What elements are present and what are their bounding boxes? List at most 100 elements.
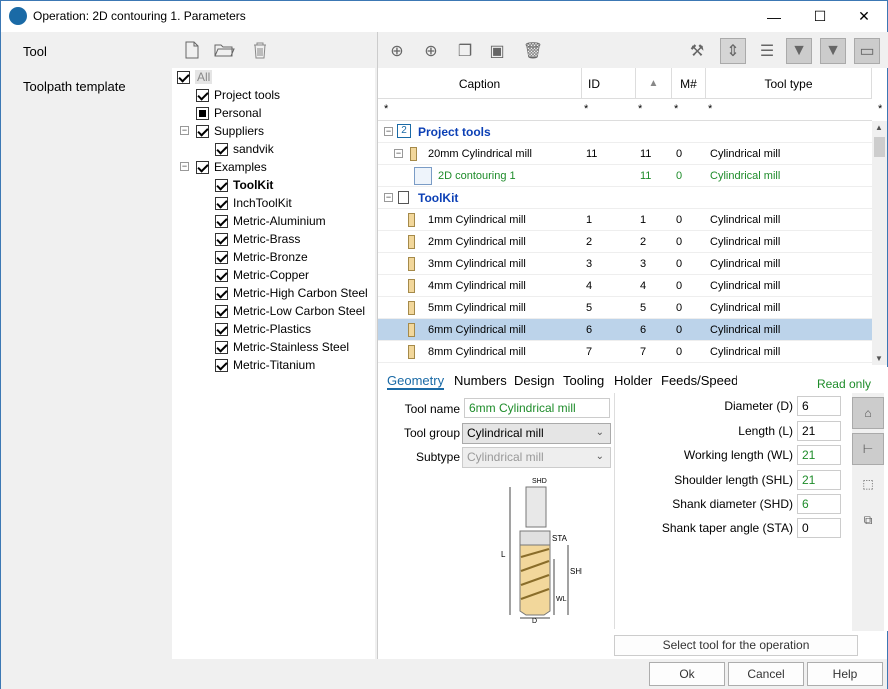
diameter-field[interactable]: 6 — [797, 396, 841, 416]
tab-holder[interactable]: Holder — [614, 373, 652, 388]
vertical-scrollbar[interactable]: ▲ ▼ — [872, 121, 887, 365]
tree-checkbox[interactable] — [177, 70, 190, 84]
table-row[interactable]: − 20mm Cylindrical mill 11 11 0 Cylindri… — [378, 143, 872, 165]
copy-icon[interactable]: ❐ — [452, 38, 478, 64]
tab-feeds-speeds[interactable]: Feeds/Speeds — [661, 373, 737, 388]
shank-diameter-field[interactable]: 6 — [797, 494, 841, 514]
add-tool-icon[interactable]: ⊕ — [384, 38, 410, 64]
scroll-up-icon[interactable]: ▲ — [875, 123, 883, 132]
tool-name-field[interactable]: 6mm Cylindrical mill — [464, 398, 610, 418]
fit-view-icon[interactable]: ⬚ — [852, 469, 884, 501]
tree-item[interactable]: Project tools — [196, 86, 280, 104]
filter-advanced-icon[interactable]: ▼ — [820, 38, 846, 64]
tree-checkbox[interactable] — [215, 358, 228, 372]
tree-item[interactable]: − Examples — [180, 158, 267, 176]
close-button[interactable]: ✕ — [841, 1, 887, 32]
group-row-project[interactable]: − 2 Project tools — [378, 121, 872, 143]
tree-item[interactable]: Metric-Copper — [215, 266, 309, 284]
filter-number[interactable]: * — [638, 103, 642, 115]
shoulder-length-field[interactable]: 21 — [797, 470, 841, 490]
toolbox-icon[interactable]: ▭ — [854, 38, 880, 64]
group-row-toolkit[interactable]: − ToolKit — [378, 187, 872, 209]
tree-item[interactable]: Metric-High Carbon Steel — [215, 284, 368, 302]
collapse-icon[interactable]: − — [180, 126, 189, 135]
cancel-button[interactable]: Cancel — [728, 662, 804, 686]
filter-icon[interactable]: ▼ — [786, 38, 812, 64]
tree-checkbox[interactable] — [196, 124, 209, 138]
tree-checkbox[interactable] — [196, 88, 209, 102]
tree-item[interactable]: Metric-Brass — [215, 230, 300, 248]
filter-type[interactable]: * — [708, 103, 712, 115]
shank-taper-field[interactable]: 0 — [797, 518, 841, 538]
tree-item[interactable]: sandvik — [215, 140, 274, 158]
table-row[interactable]: 8mm Cylindrical mill 7 7 0 Cylindrical mill — [378, 341, 872, 363]
tree-checkbox[interactable] — [215, 304, 228, 318]
tab-numbers[interactable]: Numbers — [454, 373, 507, 388]
tree-item[interactable]: InchToolKit — [215, 194, 292, 212]
delete-icon[interactable] — [252, 41, 268, 59]
length-field[interactable]: 21 — [797, 421, 841, 441]
dimension-view-icon[interactable]: ⊢ — [852, 433, 884, 465]
table-row[interactable]: 5mm Cylindrical mill 5 5 0 Cylindrical mill — [378, 297, 872, 319]
subtype-select[interactable]: Cylindrical mill ⌄ — [462, 447, 611, 468]
settings-list-icon[interactable]: ☰ — [754, 38, 780, 64]
tree-checkbox[interactable] — [215, 142, 228, 156]
tab-tooling[interactable]: Tooling — [563, 373, 604, 388]
tree-checkbox[interactable] — [215, 232, 228, 246]
nav-tool[interactable]: Tool — [23, 44, 47, 59]
tab-design[interactable]: Design — [514, 373, 554, 388]
tree-item[interactable]: All — [177, 68, 213, 86]
tree-item[interactable]: Metric-Stainless Steel — [215, 338, 349, 356]
tree-item[interactable]: Metric-Aluminium — [215, 212, 326, 230]
tree-checkbox[interactable] — [215, 322, 228, 336]
tree-item[interactable]: ToolKit — [215, 176, 273, 194]
collapse-icon[interactable]: − — [180, 162, 189, 171]
tree-checkbox[interactable] — [196, 160, 209, 174]
tree-item[interactable]: Personal — [196, 104, 261, 122]
tree-item[interactable]: Metric-Low Carbon Steel — [215, 302, 365, 320]
help-button[interactable]: Help — [807, 662, 883, 686]
nav-toolpath-template[interactable]: Toolpath template — [23, 79, 126, 94]
add-holder-icon[interactable]: ⊕ — [418, 38, 444, 64]
col-id[interactable]: ID — [582, 68, 636, 99]
col-tool-type[interactable]: Tool type — [706, 68, 872, 99]
paste-icon[interactable]: ▣ — [484, 38, 510, 64]
select-tool-button[interactable]: Select tool for the operation — [614, 635, 858, 656]
table-row[interactable]: 1mm Cylindrical mill 1 1 0 Cylindrical mill — [378, 209, 872, 231]
table-row[interactable]: 6mm Cylindrical mill 6 6 0 Cylindrical mill — [378, 319, 872, 341]
pick-tool-icon[interactable]: ⚒ — [684, 38, 710, 64]
col-number-sort[interactable]: ▲ — [636, 68, 672, 99]
collapse-icon[interactable]: − — [384, 127, 393, 136]
tree-checkbox[interactable] — [215, 196, 228, 210]
tool-group-select[interactable]: Cylindrical mill ⌄ — [462, 423, 611, 444]
filter-extra[interactable]: * — [878, 103, 882, 115]
3d-view-icon[interactable]: ⧉ — [852, 505, 884, 537]
tree-checkbox[interactable] — [215, 178, 228, 192]
tree-checkbox[interactable] — [215, 268, 228, 282]
tree-item[interactable]: Metric-Bronze — [215, 248, 308, 266]
tree-checkbox[interactable] — [196, 106, 209, 120]
filter-caption[interactable]: * — [384, 103, 388, 115]
table-row[interactable]: 3mm Cylindrical mill 3 3 0 Cylindrical mill — [378, 253, 872, 275]
table-row[interactable]: 2mm Cylindrical mill 2 2 0 Cylindrical mill — [378, 231, 872, 253]
tool-dimension-icon[interactable]: ⇕ — [720, 38, 746, 64]
collapse-icon[interactable]: − — [394, 149, 403, 158]
tab-geometry[interactable]: Geometry — [387, 373, 445, 390]
col-m[interactable]: M# — [672, 68, 706, 99]
scroll-down-icon[interactable]: ▼ — [875, 354, 883, 363]
tree-checkbox[interactable] — [215, 286, 228, 300]
tree-item[interactable]: Metric-Plastics — [215, 320, 311, 338]
maximize-button[interactable]: ☐ — [797, 1, 843, 32]
tree-checkbox[interactable] — [215, 250, 228, 264]
filter-m[interactable]: * — [674, 103, 678, 115]
collapse-icon[interactable]: − — [384, 193, 393, 202]
col-caption[interactable]: Caption — [378, 68, 582, 99]
tree-checkbox[interactable] — [215, 340, 228, 354]
table-row-operation[interactable]: 2D contouring 1 11 0 Cylindrical mill — [378, 165, 872, 187]
tree-item[interactable]: − Suppliers — [180, 122, 264, 140]
working-length-field[interactable]: 21 — [797, 445, 841, 465]
delete-tool-icon[interactable]: 🗑 — [520, 38, 546, 64]
ok-button[interactable]: Ok — [649, 662, 725, 686]
scroll-thumb[interactable] — [874, 137, 885, 157]
table-row[interactable]: 4mm Cylindrical mill 4 4 0 Cylindrical mill — [378, 275, 872, 297]
